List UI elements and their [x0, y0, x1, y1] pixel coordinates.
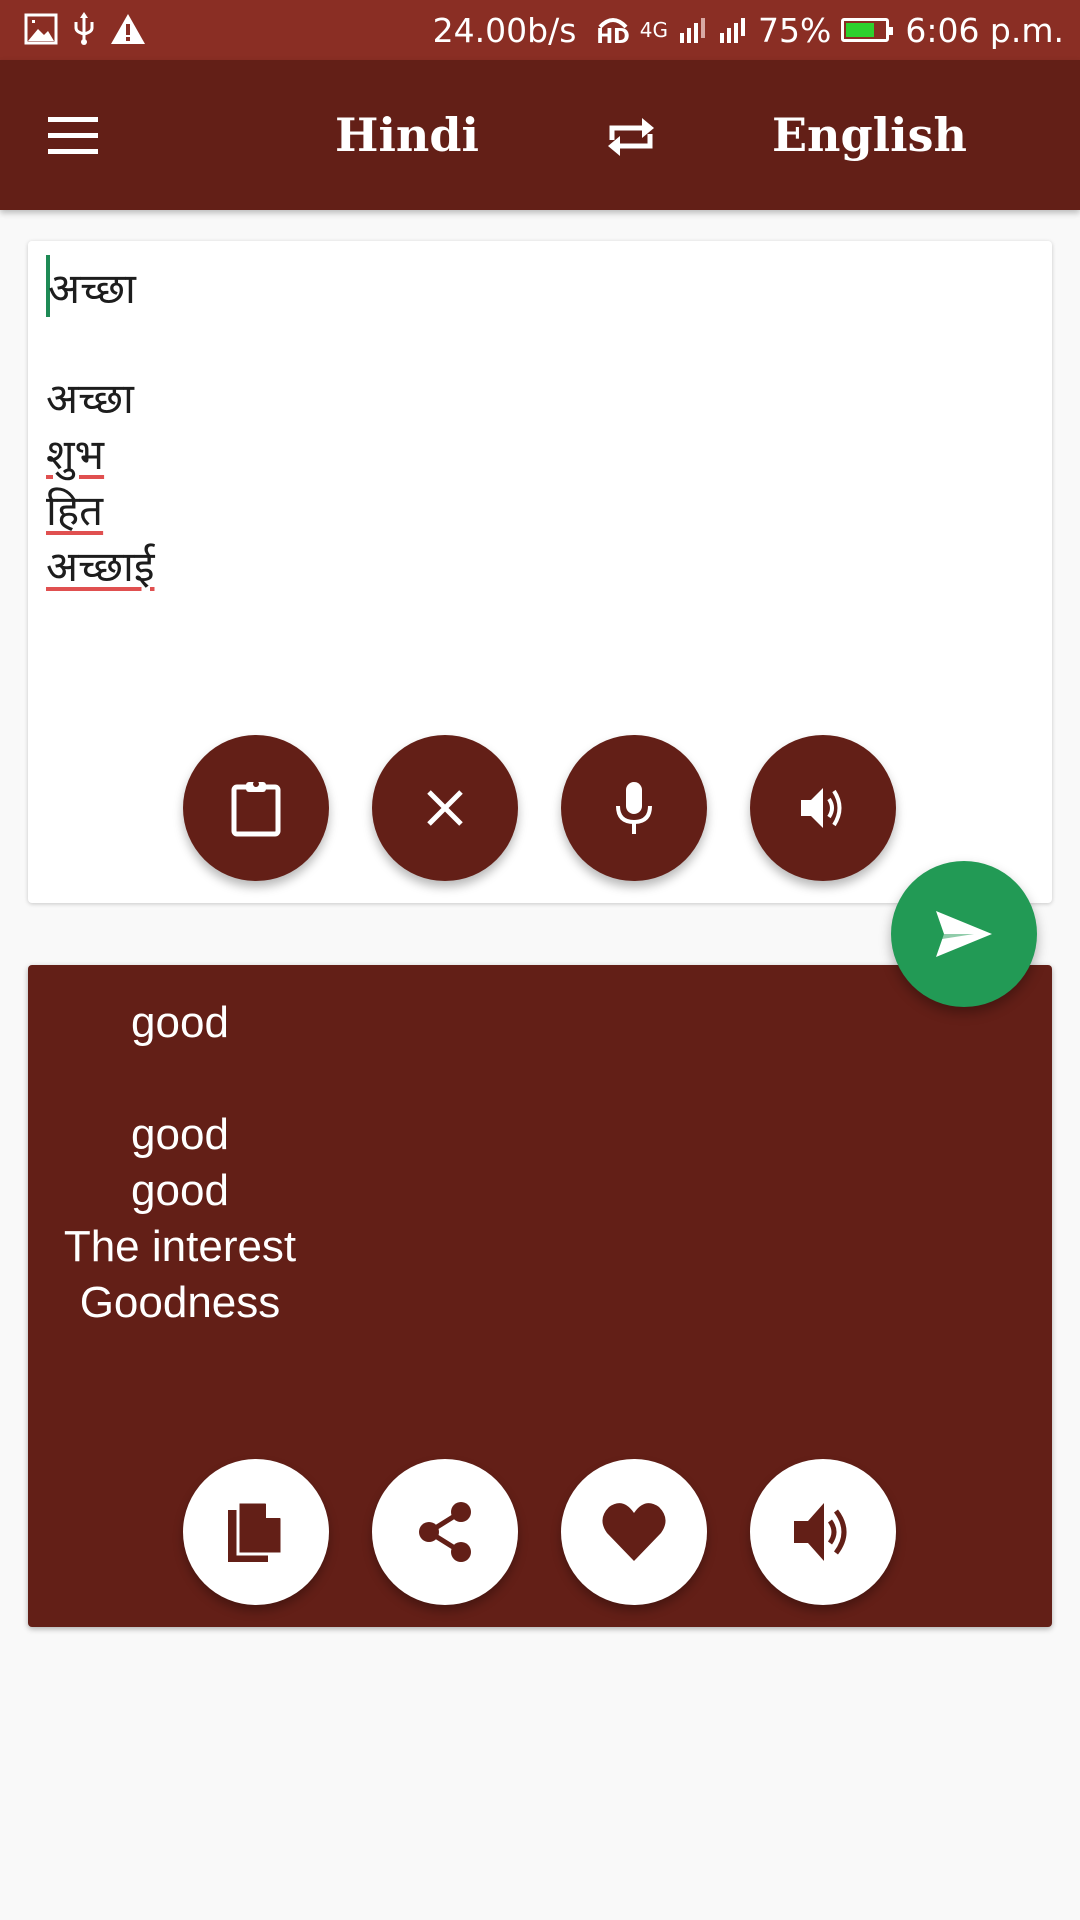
warning-icon	[111, 14, 145, 44]
target-language-selector[interactable]: English	[772, 100, 967, 170]
input-result-line: शुभ	[46, 430, 105, 479]
favorite-button[interactable]	[561, 1459, 707, 1605]
hamburger-menu-icon[interactable]	[48, 117, 98, 155]
clear-button[interactable]	[372, 735, 518, 881]
source-language-selector[interactable]: Hindi	[335, 100, 479, 170]
network-speed: 24.00b/s	[432, 10, 577, 50]
close-icon	[427, 790, 463, 826]
speaker-icon	[794, 1503, 847, 1561]
output-line: Goodness	[79, 1278, 281, 1327]
output-card: good good good The interest Goodness	[28, 965, 1052, 1627]
share-icon	[419, 1502, 471, 1562]
swap-languages-button[interactable]	[604, 110, 658, 164]
swap-languages-icon	[608, 118, 654, 156]
app-toolbar: Hindi English	[0, 60, 1080, 210]
image-icon	[24, 13, 58, 45]
status-bar: 24.00b/s HD 4G 75% 6:06 p.m.	[0, 0, 1080, 60]
output-line: The interest	[63, 1222, 297, 1271]
clipboard-icon	[231, 781, 281, 837]
usb-icon	[74, 12, 94, 45]
speak-input-button[interactable]	[750, 735, 896, 881]
share-button[interactable]	[372, 1459, 518, 1605]
battery-icon	[841, 18, 894, 42]
input-result-line: हित	[46, 486, 104, 535]
input-query[interactable]: अच्छा	[48, 261, 1028, 317]
translation-output[interactable]: good good good The interest Goodness	[28, 995, 332, 1331]
input-result-line: अच्छा	[46, 374, 134, 423]
copy-button[interactable]	[183, 1459, 329, 1605]
clock: 6:06 p.m.	[905, 10, 1064, 50]
microphone-button[interactable]	[561, 735, 707, 881]
translate-button[interactable]	[891, 861, 1037, 1007]
heart-icon	[602, 1503, 666, 1561]
input-results[interactable]: अच्छा शुभ हित अच्छाई	[46, 371, 155, 595]
speak-output-button[interactable]	[750, 1459, 896, 1605]
network-type: 4G	[639, 18, 668, 42]
input-result-line: अच्छाई	[46, 542, 155, 591]
input-card: अच्छा अच्छा शुभ हित अच्छाई	[28, 241, 1052, 903]
signal-sim2-icon	[719, 18, 745, 43]
signal-sim1-icon	[679, 18, 705, 43]
hd-voice-icon: HD	[596, 17, 630, 46]
output-line: good	[131, 1110, 229, 1159]
copy-icon	[228, 1500, 284, 1562]
battery-percent: 75%	[757, 10, 832, 50]
output-line: good	[131, 1166, 229, 1215]
output-line: good	[131, 998, 229, 1047]
send-icon	[936, 911, 992, 957]
paste-button[interactable]	[183, 735, 329, 881]
speaker-icon	[801, 788, 842, 828]
microphone-icon	[616, 782, 652, 834]
